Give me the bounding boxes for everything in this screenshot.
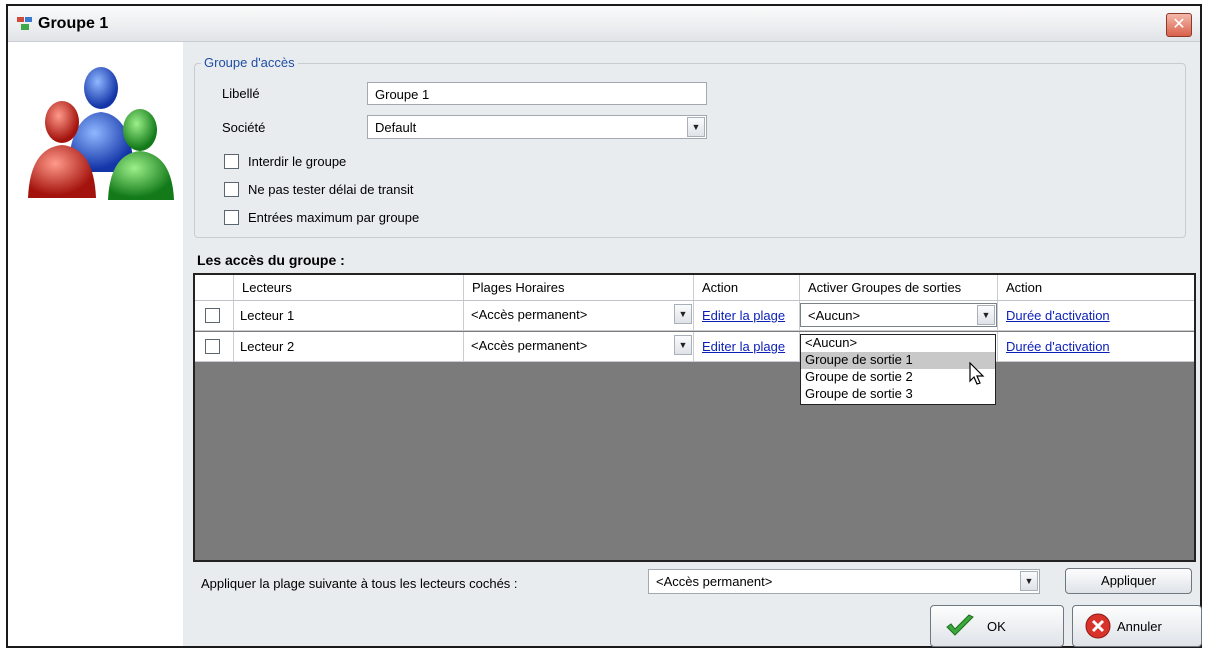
checkmark-icon [946, 614, 974, 636]
no-transit-delay-label: Ne pas tester délai de transit [248, 182, 414, 197]
company-caption: Société [222, 120, 266, 135]
output-group-dropdown-list: <Aucun> Groupe de sortie 1 Groupe de sor… [800, 334, 996, 405]
company-select[interactable]: Default ▼ [367, 115, 707, 139]
chevron-down-icon[interactable]: ▼ [674, 304, 692, 324]
action2-cell: Durée d'activation [997, 332, 1194, 361]
apply-caption: Appliquer la plage suivante à tous les l… [201, 576, 518, 591]
ok-button[interactable]: OK [930, 605, 1064, 647]
schedule-cell: <Accès permanent> ▼ [463, 332, 693, 361]
mouse-pointer-icon [969, 362, 985, 385]
close-icon: ✕ [1172, 16, 1186, 33]
output-group-select-value: <Aucun> [808, 308, 861, 323]
row-select-cell [195, 332, 233, 361]
schedule-select[interactable]: <Accès permanent> ▼ [464, 303, 693, 327]
apply-schedule-select[interactable]: <Accès permanent> ▼ [648, 569, 1040, 594]
cancel-button-label: Annuler [1117, 619, 1162, 634]
header-readers[interactable]: Lecteurs [233, 275, 463, 300]
dialog-window: Groupe 1 ✕ Groupe d'accès Libellé Groupe… [6, 4, 1202, 648]
activation-duration-link[interactable]: Durée d'activation [1006, 339, 1110, 354]
grid-header: Lecteurs Plages Horaires Action Activer … [195, 275, 1194, 301]
readers-grid: Lecteurs Plages Horaires Action Activer … [193, 273, 1196, 562]
table-row: Lecteur 2 <Accès permanent> ▼ Editer la … [195, 332, 1194, 362]
chevron-down-icon[interactable]: ▼ [977, 305, 995, 325]
dropdown-option-highlighted[interactable]: Groupe de sortie 1 [801, 352, 995, 369]
title-bar: Groupe 1 ✕ [8, 6, 1200, 42]
label-input[interactable]: Groupe 1 [367, 82, 707, 105]
edit-schedule-link[interactable]: Editer la plage [702, 339, 785, 354]
ok-button-label: OK [987, 619, 1006, 634]
label-caption: Libellé [222, 86, 260, 101]
action-cell: Editer la plage [693, 301, 799, 330]
forbid-group-checkbox[interactable] [224, 154, 239, 169]
group-app-icon [17, 17, 32, 30]
apply-button[interactable]: Appliquer [1065, 568, 1192, 594]
schedule-select-value: <Accès permanent> [471, 338, 588, 353]
activation-duration-link[interactable]: Durée d'activation [1006, 308, 1110, 323]
users-group-icon [28, 67, 174, 200]
row-select-cell [195, 301, 233, 330]
table-row: Lecteur 1 <Accès permanent> ▼ Editer la … [195, 301, 1194, 331]
company-select-value: Default [375, 120, 417, 135]
header-action-2[interactable]: Action [997, 275, 1194, 300]
edit-schedule-link[interactable]: Editer la plage [702, 308, 785, 323]
dropdown-option[interactable]: <Aucun> [801, 335, 995, 352]
output-group-cell: <Aucun> ▼ [799, 301, 997, 330]
readers-section-title: Les accès du groupe : [197, 252, 345, 268]
schedule-select-value: <Accès permanent> [471, 307, 588, 322]
access-group-legend: Groupe d'accès [201, 55, 298, 70]
close-button[interactable]: ✕ [1166, 13, 1192, 37]
no-transit-delay-checkbox[interactable] [224, 182, 239, 197]
forbid-group-label: Interdir le groupe [248, 154, 347, 169]
header-select [195, 275, 233, 300]
row-checkbox[interactable] [205, 308, 220, 323]
max-entries-label: Entrées maximum par groupe [248, 210, 420, 225]
max-entries-checkbox[interactable] [224, 210, 239, 225]
action2-cell: Durée d'activation [997, 301, 1194, 330]
action-cell: Editer la plage [693, 332, 799, 361]
header-schedules[interactable]: Plages Horaires [463, 275, 693, 300]
dropdown-option[interactable]: Groupe de sortie 3 [801, 386, 995, 403]
apply-schedule-value: <Accès permanent> [656, 574, 773, 589]
schedule-select[interactable]: <Accès permanent> ▼ [464, 334, 693, 358]
chevron-down-icon[interactable]: ▼ [1020, 571, 1038, 591]
window-title: Groupe 1 [38, 15, 109, 32]
reader-cell: Lecteur 2 [233, 332, 463, 361]
dropdown-option[interactable]: Groupe de sortie 2 [801, 369, 995, 386]
chevron-down-icon[interactable]: ▼ [687, 117, 705, 137]
label-input-value: Groupe 1 [375, 87, 430, 102]
header-output-groups[interactable]: Activer Groupes de sorties [799, 275, 997, 300]
header-action[interactable]: Action [693, 275, 799, 300]
left-illustration-pane [8, 42, 183, 646]
schedule-cell: <Accès permanent> ▼ [463, 301, 693, 330]
row-checkbox[interactable] [205, 339, 220, 354]
chevron-down-icon[interactable]: ▼ [674, 335, 692, 355]
output-group-select[interactable]: <Aucun> ▼ [800, 303, 997, 327]
cancel-icon [1085, 613, 1111, 639]
reader-cell: Lecteur 1 [233, 301, 463, 330]
cancel-button[interactable]: Annuler [1072, 605, 1202, 647]
